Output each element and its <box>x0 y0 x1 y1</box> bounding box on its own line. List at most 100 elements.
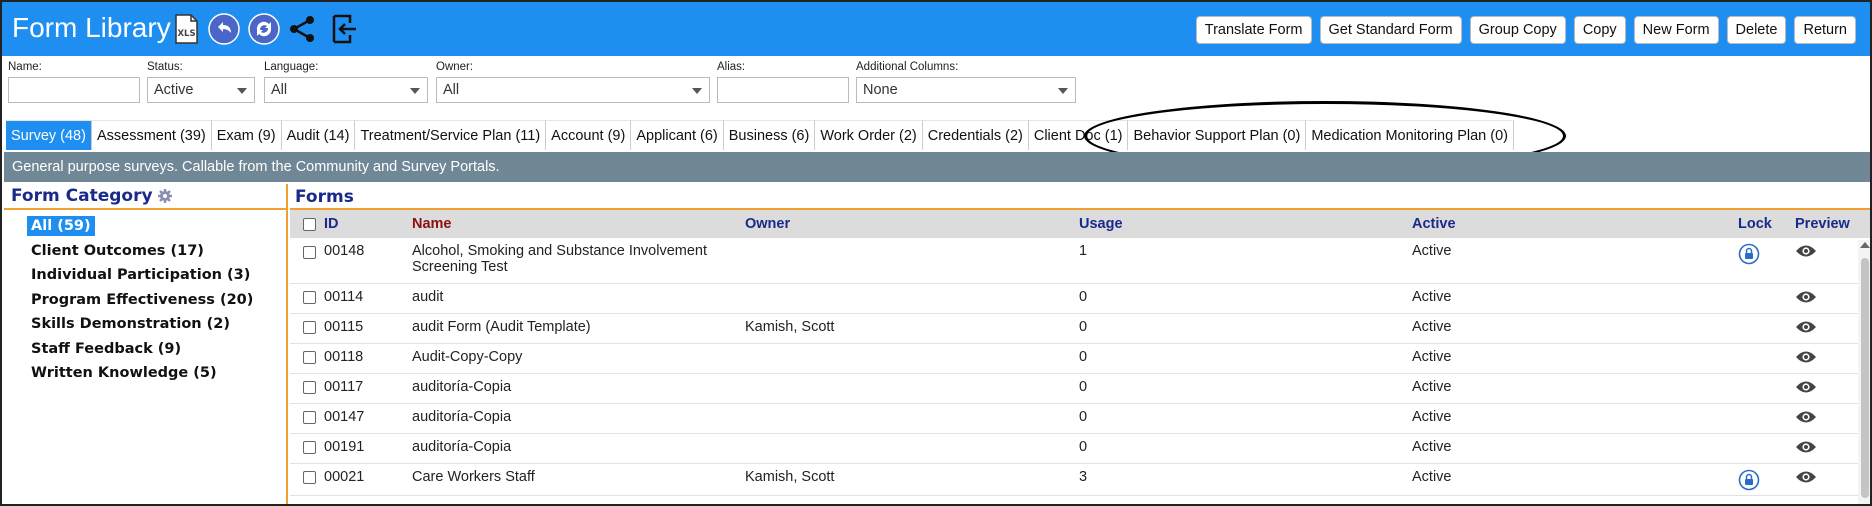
xls-export-icon[interactable]: XLS <box>170 13 202 45</box>
category-written-knowledge[interactable]: Written Knowledge (5) <box>4 361 286 386</box>
lock-icon[interactable] <box>1738 469 1760 491</box>
table-scrollbar[interactable] <box>1858 240 1870 504</box>
row-checkbox[interactable] <box>303 351 316 365</box>
tab-assessment[interactable]: Assessment (39) <box>91 120 212 150</box>
table-row[interactable]: 00021 Care Workers Staff Kamish, Scott 3… <box>290 463 1870 496</box>
preview-eye-icon[interactable] <box>1795 439 1817 455</box>
owner-select[interactable]: All <box>436 77 710 103</box>
new-form-button[interactable]: New Form <box>1633 16 1719 44</box>
preview-eye-icon[interactable] <box>1795 379 1817 395</box>
tab-medication-monitoring-plan[interactable]: Medication Monitoring Plan (0) <box>1306 120 1514 150</box>
lock-icon[interactable] <box>1738 243 1760 265</box>
row-id: 00021 <box>324 463 412 496</box>
category-staff-feedback[interactable]: Staff Feedback (9) <box>4 337 286 362</box>
table-row[interactable]: 00114 audit 0 Active <box>290 283 1870 314</box>
sign-out-icon[interactable] <box>328 13 360 45</box>
tab-behavior-support-plan[interactable]: Behavior Support Plan (0) <box>1128 120 1307 150</box>
table-row[interactable]: 00147 auditoría-Copia 0 Active <box>290 403 1870 434</box>
row-active: Active <box>1412 403 1738 434</box>
category-skills-demonstration[interactable]: Skills Demonstration (2) <box>4 312 286 337</box>
refresh-icon[interactable] <box>248 13 280 45</box>
scrollbar-thumb[interactable] <box>1861 258 1869 498</box>
row-checkbox[interactable] <box>303 291 316 305</box>
translate-form-button[interactable]: Translate Form <box>1195 16 1312 44</box>
alias-input[interactable] <box>717 77 849 103</box>
tab-exam[interactable]: Exam (9) <box>211 120 282 150</box>
table-row[interactable]: 00148 Alcohol, Smoking and Substance Inv… <box>290 238 1870 284</box>
row-checkbox[interactable] <box>303 245 316 259</box>
form-type-tabs: Survey (48) Assessment (39) Exam (9) Aud… <box>6 120 1514 150</box>
tab-treatment-service-plan[interactable]: Treatment/Service Plan (11) <box>355 120 547 150</box>
row-checkbox[interactable] <box>303 441 316 455</box>
row-owner: Kamish, Scott <box>745 313 1079 344</box>
row-usage: 0 <box>1079 433 1412 464</box>
preview-eye-icon[interactable] <box>1795 243 1817 259</box>
table-row[interactable]: 00118 Audit-Copy-Copy 0 Active <box>290 343 1870 374</box>
chevron-down-icon <box>237 88 247 94</box>
name-filter-label: Name: <box>8 61 42 73</box>
alias-filter-label: Alias: <box>717 61 746 73</box>
column-header-id[interactable]: ID <box>324 210 412 238</box>
column-header-usage[interactable]: Usage <box>1079 210 1412 238</box>
row-name[interactable]: Alcohol, Smoking and Substance Involveme… <box>412 238 745 284</box>
row-name[interactable]: auditoría-Copia <box>412 433 745 464</box>
additional-columns-label: Additional Columns: <box>856 61 959 73</box>
tab-client-doc[interactable]: Client Doc (1) <box>1028 120 1129 150</box>
status-select[interactable]: Active <box>147 77 255 103</box>
preview-eye-icon[interactable] <box>1795 349 1817 365</box>
tab-audit[interactable]: Audit (14) <box>281 120 356 150</box>
column-header-active[interactable]: Active <box>1412 210 1738 238</box>
row-checkbox[interactable] <box>303 471 316 485</box>
preview-eye-icon[interactable] <box>1795 319 1817 335</box>
select-all-checkbox[interactable] <box>303 217 316 231</box>
row-name[interactable]: audit Form (Audit Template) <box>412 313 745 344</box>
row-active: Active <box>1412 283 1738 314</box>
table-row[interactable]: 00117 auditoría-Copia 0 Active <box>290 373 1870 404</box>
language-select[interactable]: All <box>264 77 428 103</box>
preview-eye-icon[interactable] <box>1795 409 1817 425</box>
tab-account[interactable]: Account (9) <box>546 120 632 150</box>
row-owner: Kamish, Scott <box>745 463 1079 496</box>
row-name[interactable]: Audit-Copy-Copy <box>412 343 745 374</box>
preview-eye-icon[interactable] <box>1795 469 1817 485</box>
table-row[interactable]: 00191 auditoría-Copia 0 Active <box>290 433 1870 464</box>
additional-columns-select[interactable]: None <box>856 77 1076 103</box>
column-header-lock: Lock <box>1738 210 1795 238</box>
undo-icon[interactable] <box>208 13 240 45</box>
row-checkbox[interactable] <box>303 321 316 335</box>
row-name[interactable]: audit <box>412 283 745 314</box>
app-title: Form Library <box>12 12 171 43</box>
window-frame: Form Library XLS Translate Form Get Stan… <box>0 0 1872 506</box>
row-owner <box>745 403 1079 434</box>
delete-button[interactable]: Delete <box>1726 16 1787 44</box>
tab-work-order[interactable]: Work Order (2) <box>815 120 923 150</box>
tab-business[interactable]: Business (6) <box>723 120 816 150</box>
share-icon[interactable] <box>286 13 318 45</box>
gear-icon[interactable] <box>157 188 173 204</box>
name-input[interactable] <box>8 77 140 103</box>
copy-button[interactable]: Copy <box>1573 16 1626 44</box>
row-name[interactable]: auditoría-Copia <box>412 373 745 404</box>
form-category-panel: Form Category All (59) Client Outcomes (… <box>4 184 288 504</box>
category-program-effectiveness[interactable]: Program Effectiveness (20) <box>4 288 286 313</box>
scroll-up-arrow-icon[interactable] <box>1860 242 1870 248</box>
table-row[interactable]: 00115 audit Form (Audit Template) Kamish… <box>290 313 1870 344</box>
row-checkbox[interactable] <box>303 381 316 395</box>
category-individual-participation[interactable]: Individual Participation (3) <box>4 263 286 288</box>
column-header-name[interactable]: Name <box>412 210 745 238</box>
owner-select-value: All <box>443 82 460 98</box>
row-name[interactable]: auditoría-Copia <box>412 403 745 434</box>
status-filter: Status: Active <box>147 60 255 103</box>
tab-survey[interactable]: Survey (48) <box>6 120 92 150</box>
tab-credentials[interactable]: Credentials (2) <box>922 120 1029 150</box>
return-button[interactable]: Return <box>1794 16 1856 44</box>
group-copy-button[interactable]: Group Copy <box>1469 16 1566 44</box>
row-checkbox[interactable] <box>303 411 316 425</box>
tab-applicant[interactable]: Applicant (6) <box>631 120 724 150</box>
category-all[interactable]: All (59) <box>4 214 286 239</box>
row-name[interactable]: Care Workers Staff <box>412 463 745 496</box>
column-header-owner[interactable]: Owner <box>745 210 1079 238</box>
preview-eye-icon[interactable] <box>1795 289 1817 305</box>
category-client-outcomes[interactable]: Client Outcomes (17) <box>4 239 286 264</box>
get-standard-form-button[interactable]: Get Standard Form <box>1319 16 1462 44</box>
